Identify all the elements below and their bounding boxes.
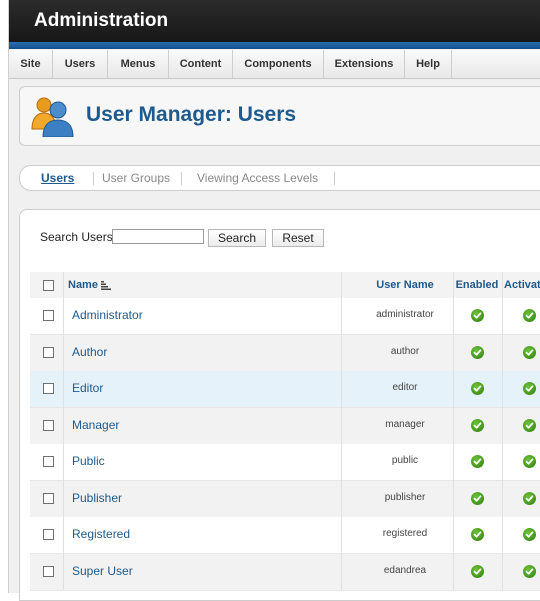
menu-help[interactable]: Help (405, 50, 452, 78)
row-checkbox[interactable] (43, 310, 54, 321)
tab-users[interactable]: Users (41, 166, 74, 190)
search-label: Search Users (40, 230, 113, 244)
row-checkbox[interactable] (43, 419, 54, 431)
table-row: Super User edandrea (30, 553, 540, 591)
row-checkbox[interactable] (43, 529, 54, 540)
header-stripe (9, 42, 540, 49)
column-activated-header[interactable]: Activated (504, 272, 540, 298)
menu-extensions[interactable]: Extensions (324, 50, 405, 78)
menu-bar: Site Users Menus Content Components Exte… (9, 50, 540, 79)
username-cell: editor (392, 382, 418, 393)
column-enabled-header[interactable]: Enabled (455, 272, 499, 298)
activated-check-icon[interactable] (523, 564, 536, 578)
tab-user-groups[interactable]: User Groups (102, 166, 170, 190)
username-cell: administrator (376, 309, 434, 320)
user-name-link[interactable]: Registered (72, 527, 130, 541)
column-name-label: Name (68, 279, 98, 291)
user-name-link[interactable]: Administrator (72, 308, 143, 322)
user-name-link[interactable]: Super User (72, 564, 133, 578)
enabled-check-icon[interactable] (471, 491, 484, 505)
page-title-panel: User Manager: Users (19, 86, 540, 146)
enabled-check-icon[interactable] (471, 564, 484, 578)
subnav-tabs: Users User Groups Viewing Access Levels (19, 165, 540, 191)
username-cell: registered (382, 528, 428, 539)
tab-separator (181, 172, 182, 185)
header-title: Administration (34, 10, 169, 31)
column-name-header[interactable]: Name (68, 272, 112, 298)
activated-check-icon[interactable] (523, 528, 536, 541)
sort-icon (101, 279, 112, 291)
enabled-check-icon[interactable] (471, 418, 484, 432)
activated-check-icon[interactable] (523, 309, 536, 322)
users-panel: Search Users Search Reset Name User Name… (19, 209, 540, 601)
user-name-link[interactable]: Publisher (72, 491, 122, 505)
user-name-link[interactable]: Public (72, 454, 105, 468)
select-all-checkbox[interactable] (43, 280, 54, 291)
activated-check-icon[interactable] (523, 418, 536, 432)
activated-check-icon[interactable] (523, 382, 536, 395)
column-divider (502, 272, 503, 590)
reset-button[interactable]: Reset (272, 229, 324, 247)
enabled-check-icon[interactable] (471, 455, 484, 468)
search-button[interactable]: Search (208, 229, 266, 247)
menu-users[interactable]: Users (53, 50, 108, 78)
table-row: Editor editor (30, 371, 540, 408)
column-divider (453, 272, 454, 590)
admin-window: Administration Site Users Menus Content … (8, 0, 540, 601)
row-checkbox[interactable] (43, 565, 54, 577)
activated-check-icon[interactable] (523, 491, 536, 505)
username-cell: manager (385, 418, 425, 430)
username-cell: public (391, 455, 419, 466)
table-row: Public public (30, 444, 540, 481)
table-row: Author author (30, 334, 540, 372)
row-checkbox[interactable] (43, 492, 54, 504)
column-divider (341, 272, 342, 590)
user-name-link[interactable]: Editor (72, 381, 103, 395)
enabled-check-icon[interactable] (471, 382, 484, 395)
row-checkbox[interactable] (43, 383, 54, 394)
tab-separator (334, 172, 335, 185)
users-icon (30, 95, 74, 138)
table-row: Publisher publisher (30, 480, 540, 518)
enabled-check-icon[interactable] (471, 528, 484, 541)
column-divider (63, 272, 64, 590)
enabled-check-icon[interactable] (471, 345, 484, 359)
search-input[interactable] (112, 229, 204, 244)
user-name-link[interactable]: Author (72, 345, 107, 359)
user-name-link[interactable]: Manager (72, 418, 119, 432)
tab-separator (93, 172, 94, 185)
column-username-header[interactable]: User Name (342, 272, 468, 298)
row-checkbox[interactable] (43, 456, 54, 467)
menu-menus[interactable]: Menus (108, 50, 169, 78)
username-cell: edandrea (383, 564, 427, 576)
menu-site[interactable]: Site (9, 50, 53, 78)
menu-components[interactable]: Components (233, 50, 324, 78)
username-cell: publisher (384, 491, 426, 503)
table-row: Registered registered (30, 517, 540, 554)
activated-check-icon[interactable] (523, 345, 536, 359)
table-row: Administrator administrator (30, 298, 540, 335)
table-header: Name User Name Enabled Activated (30, 272, 540, 299)
admin-header: Administration (9, 0, 540, 42)
page-title: User Manager: Users (86, 103, 297, 126)
menu-content[interactable]: Content (169, 50, 233, 78)
row-checkbox[interactable] (43, 346, 54, 358)
activated-check-icon[interactable] (523, 455, 536, 468)
tab-viewing-access-levels[interactable]: Viewing Access Levels (197, 166, 318, 190)
username-cell: author (390, 345, 420, 357)
enabled-check-icon[interactable] (471, 309, 484, 322)
table-row: Manager manager (30, 407, 540, 445)
